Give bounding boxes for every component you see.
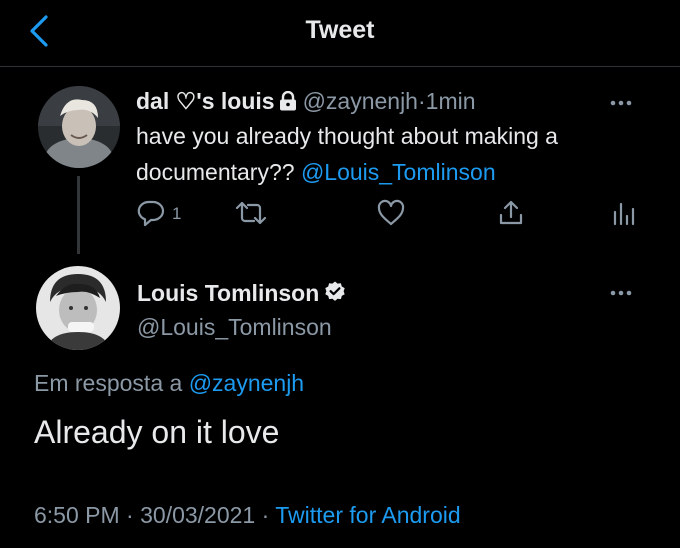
avatar-main-author[interactable] xyxy=(36,266,120,350)
heart-icon xyxy=(377,199,405,226)
more-options-button[interactable] xyxy=(606,96,636,110)
mention-link[interactable]: @Louis_Tomlinson xyxy=(301,159,496,185)
reply-to-mention[interactable]: @zaynenjh xyxy=(189,370,304,396)
main-tweet-text: Already on it love xyxy=(34,414,280,450)
parent-author-row: dal ♡'s louis @zaynenjh·1min xyxy=(136,88,476,117)
analytics-icon xyxy=(613,202,635,226)
parent-author-handle[interactable]: @zaynenjh xyxy=(303,88,418,114)
tweet-actions: 1 xyxy=(136,198,656,228)
like-button[interactable] xyxy=(376,198,406,228)
more-icon xyxy=(610,290,632,296)
main-author-name[interactable]: Louis Tomlinson xyxy=(137,280,319,306)
separator-dot: · xyxy=(126,502,134,528)
separator-dot: · xyxy=(261,502,270,528)
share-icon xyxy=(499,200,523,225)
verified-badge-icon xyxy=(323,280,347,310)
top-bar: Tweet xyxy=(0,0,680,67)
tweet-date: 30/03/2021 xyxy=(140,502,256,528)
tweet-time: 6:50 PM xyxy=(34,502,120,528)
reply-button[interactable]: 1 xyxy=(136,198,181,228)
retweet-icon xyxy=(235,201,267,225)
page-title: Tweet xyxy=(305,16,375,44)
thread-connector-line xyxy=(77,176,80,254)
parent-tweet-text: have you already thought about making a … xyxy=(136,118,656,190)
tweet-metadata: 6:50 PM · 30/03/2021 · Twitter for Andro… xyxy=(34,502,461,529)
main-author-name-row: Louis Tomlinson xyxy=(137,280,347,310)
parent-author-name[interactable]: dal ♡'s louis xyxy=(136,88,275,114)
analytics-button[interactable] xyxy=(610,198,636,228)
main-author-handle[interactable]: @Louis_Tomlinson xyxy=(137,314,332,341)
share-button[interactable] xyxy=(496,198,526,228)
tweet-source-link[interactable]: Twitter for Android xyxy=(275,502,460,528)
lock-icon xyxy=(279,90,297,117)
reply-icon xyxy=(137,200,165,227)
reply-context: Em resposta a @zaynenjh xyxy=(34,370,304,397)
separator-dot: · xyxy=(417,88,426,114)
parent-tweet-time[interactable]: 1min xyxy=(426,88,476,114)
more-options-button[interactable] xyxy=(606,286,636,300)
more-icon xyxy=(610,100,632,106)
avatar-parent-author[interactable] xyxy=(38,86,120,168)
reply-context-label: Em resposta a xyxy=(34,370,183,396)
reply-count: 1 xyxy=(172,204,182,223)
retweet-button[interactable] xyxy=(234,198,268,228)
